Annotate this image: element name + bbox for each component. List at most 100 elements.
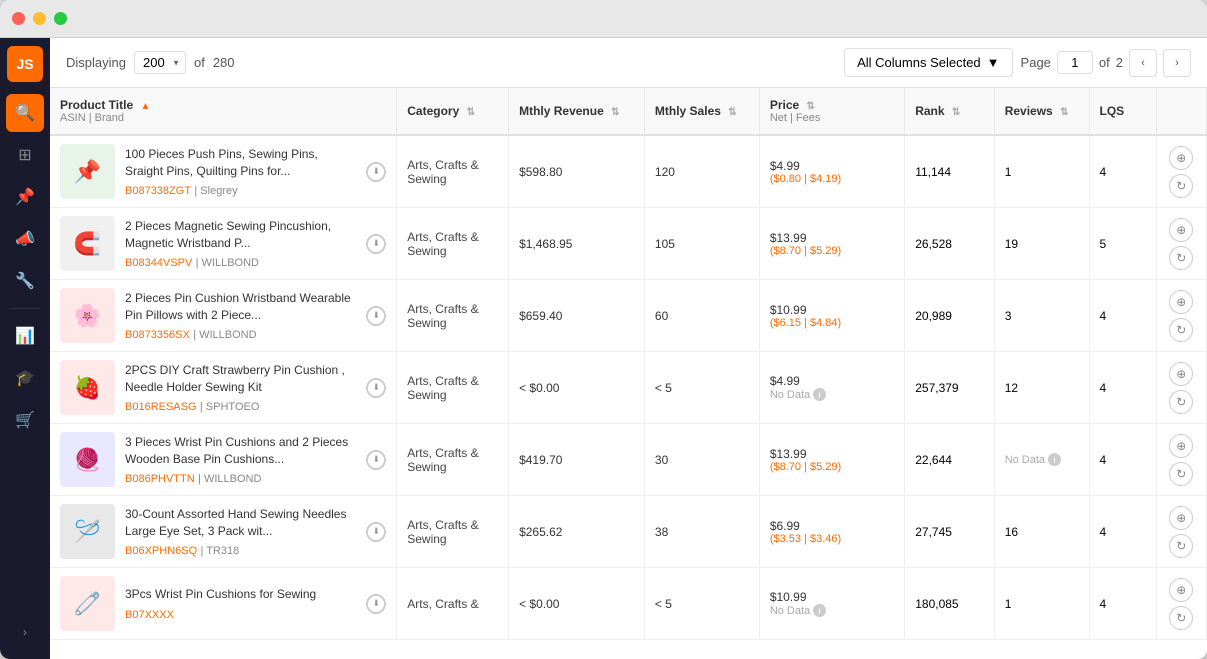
refresh-action-button[interactable]: ↻: [1169, 606, 1193, 630]
actions-cell: ⊕ ↻: [1156, 135, 1206, 208]
add-action-button[interactable]: ⊕: [1169, 290, 1193, 314]
pin-product-icon[interactable]: ⬇: [366, 594, 386, 614]
product-asin[interactable]: B086PHVTTN: [125, 473, 195, 485]
price-cell: $4.99 ($0.80 | $4.19): [759, 135, 904, 208]
info-icon: i: [813, 604, 826, 617]
category-cell: Arts, Crafts & Sewing: [397, 280, 509, 352]
pin-product-icon[interactable]: ⬇: [366, 378, 386, 398]
next-page-button[interactable]: ›: [1163, 49, 1191, 77]
add-action-button[interactable]: ⊕: [1169, 578, 1193, 602]
table-row: 🌸 2 Pieces Pin Cushion Wristband Wearabl…: [50, 280, 1207, 352]
price-cell: $4.99 No Data i: [759, 352, 904, 424]
lqs-cell: 4: [1089, 568, 1156, 640]
table-row: 📌 100 Pieces Push Pins, Sewing Pins, Sra…: [50, 135, 1207, 208]
refresh-action-button[interactable]: ↻: [1169, 246, 1193, 270]
add-action-button[interactable]: ⊕: [1169, 146, 1193, 170]
sidebar-item-cart[interactable]: 🛒: [6, 401, 44, 439]
page-of-label: of: [1099, 55, 1110, 70]
price-value: $13.99: [770, 231, 894, 245]
add-action-button[interactable]: ⊕: [1169, 218, 1193, 242]
add-action-button[interactable]: ⊕: [1169, 506, 1193, 530]
product-asin[interactable]: B07XXXX: [125, 609, 174, 621]
col-reviews[interactable]: Reviews ⇅: [994, 88, 1089, 135]
col-mthly-revenue[interactable]: Mthly Revenue ⇅: [509, 88, 645, 135]
refresh-action-button[interactable]: ↻: [1169, 318, 1193, 342]
refresh-action-button[interactable]: ↻: [1169, 462, 1193, 486]
sidebar-expand-button[interactable]: ›: [6, 613, 44, 651]
price-cell: $6.99 ($3.53 | $3.46): [759, 496, 904, 568]
actions-cell: ⊕ ↻: [1156, 568, 1206, 640]
product-title: 3Pcs Wrist Pin Cushions for Sewing: [125, 586, 356, 603]
price-value: $6.99: [770, 519, 894, 533]
price-value: $10.99: [770, 590, 894, 604]
refresh-action-button[interactable]: ↻: [1169, 534, 1193, 558]
revenue-cell: < $0.00: [509, 568, 645, 640]
product-asin[interactable]: B087338ZGT: [125, 185, 191, 197]
actions-cell: ⊕ ↻: [1156, 352, 1206, 424]
toolbar: Displaying 200 50 100 of 280 All Columns…: [50, 38, 1207, 88]
total-count: 280: [213, 55, 235, 70]
sidebar-item-search[interactable]: 🔍: [6, 94, 44, 132]
category-cell: Arts, Crafts & Sewing: [397, 424, 509, 496]
tag-icon: 🎓: [15, 368, 35, 388]
product-title: 2 Pieces Pin Cushion Wristband Wearable …: [125, 290, 356, 324]
pin-product-icon[interactable]: ⬇: [366, 450, 386, 470]
sidebar-item-pin[interactable]: 📌: [6, 178, 44, 216]
display-count-select[interactable]: 200 50 100: [134, 51, 186, 74]
price-cell: $10.99 ($6.15 | $4.84): [759, 280, 904, 352]
lqs-cell: 5: [1089, 208, 1156, 280]
rank-cell: 11,144: [905, 135, 994, 208]
table-row: 🧲 2 Pieces Magnetic Sewing Pincushion, M…: [50, 208, 1207, 280]
product-asin[interactable]: B08344VSPV: [125, 257, 192, 269]
sidebar-item-tag[interactable]: 🎓: [6, 359, 44, 397]
data-table-wrapper: Product Title ▲ ASIN | Brand Category ⇅ …: [50, 88, 1207, 659]
product-image: 🪡: [60, 504, 115, 559]
col-rank[interactable]: Rank ⇅: [905, 88, 994, 135]
sidebar-item-wrench[interactable]: 🔧: [6, 262, 44, 300]
lqs-cell: 4: [1089, 352, 1156, 424]
product-cell: 🧷 3Pcs Wrist Pin Cushions for Sewing B07…: [50, 568, 397, 640]
col-mthly-sales[interactable]: Mthly Sales ⇅: [644, 88, 759, 135]
product-cell: 🍓 2PCS DIY Craft Strawberry Pin Cushion …: [50, 352, 397, 424]
pin-product-icon[interactable]: ⬇: [366, 306, 386, 326]
pin-product-icon[interactable]: ⬇: [366, 234, 386, 254]
price-cell: $13.99 ($8.70 | $5.29): [759, 208, 904, 280]
pin-product-icon[interactable]: ⬇: [366, 522, 386, 542]
columns-selector-button[interactable]: All Columns Selected ▼: [844, 48, 1012, 77]
sidebar-item-megaphone[interactable]: 📣: [6, 220, 44, 258]
prev-page-button[interactable]: ‹: [1129, 49, 1157, 77]
add-action-button[interactable]: ⊕: [1169, 362, 1193, 386]
minimize-button[interactable]: [33, 12, 46, 25]
rank-cell: 257,379: [905, 352, 994, 424]
chart-icon: 📊: [15, 326, 35, 346]
revenue-cell: $419.70: [509, 424, 645, 496]
pin-product-icon[interactable]: ⬇: [366, 162, 386, 182]
category-cell: Arts, Crafts & Sewing: [397, 352, 509, 424]
col-price[interactable]: Price ⇅ Net | Fees: [759, 88, 904, 135]
sidebar-item-chart[interactable]: 📊: [6, 317, 44, 355]
page-number-input[interactable]: [1057, 51, 1093, 74]
product-image: 📌: [60, 144, 115, 199]
refresh-action-button[interactable]: ↻: [1169, 174, 1193, 198]
sales-cell: 38: [644, 496, 759, 568]
close-button[interactable]: [12, 12, 25, 25]
refresh-action-button[interactable]: ↻: [1169, 390, 1193, 414]
price-value: $13.99: [770, 447, 894, 461]
grid-icon: ⊞: [18, 145, 31, 165]
sidebar-item-grid[interactable]: ⊞: [6, 136, 44, 174]
page-label: Page: [1021, 55, 1051, 70]
fullscreen-button[interactable]: [54, 12, 67, 25]
page-navigation: Page of 2 ‹ ›: [1021, 49, 1191, 77]
price-fees: ($6.15 | $4.84): [770, 317, 894, 329]
price-fees: ($3.53 | $3.46): [770, 533, 894, 545]
price-value: $10.99: [770, 303, 894, 317]
product-asin[interactable]: B016RESASG: [125, 401, 197, 413]
col-product-title[interactable]: Product Title ▲ ASIN | Brand: [50, 88, 397, 135]
col-category[interactable]: Category ⇅: [397, 88, 509, 135]
product-asin[interactable]: B0873356SX: [125, 329, 190, 341]
product-asin[interactable]: B06XPHN6SQ: [125, 545, 197, 557]
product-brand: | SPHTOEO: [200, 401, 260, 413]
add-action-button[interactable]: ⊕: [1169, 434, 1193, 458]
lqs-cell: 4: [1089, 135, 1156, 208]
table-row: 🧶 3 Pieces Wrist Pin Cushions and 2 Piec…: [50, 424, 1207, 496]
